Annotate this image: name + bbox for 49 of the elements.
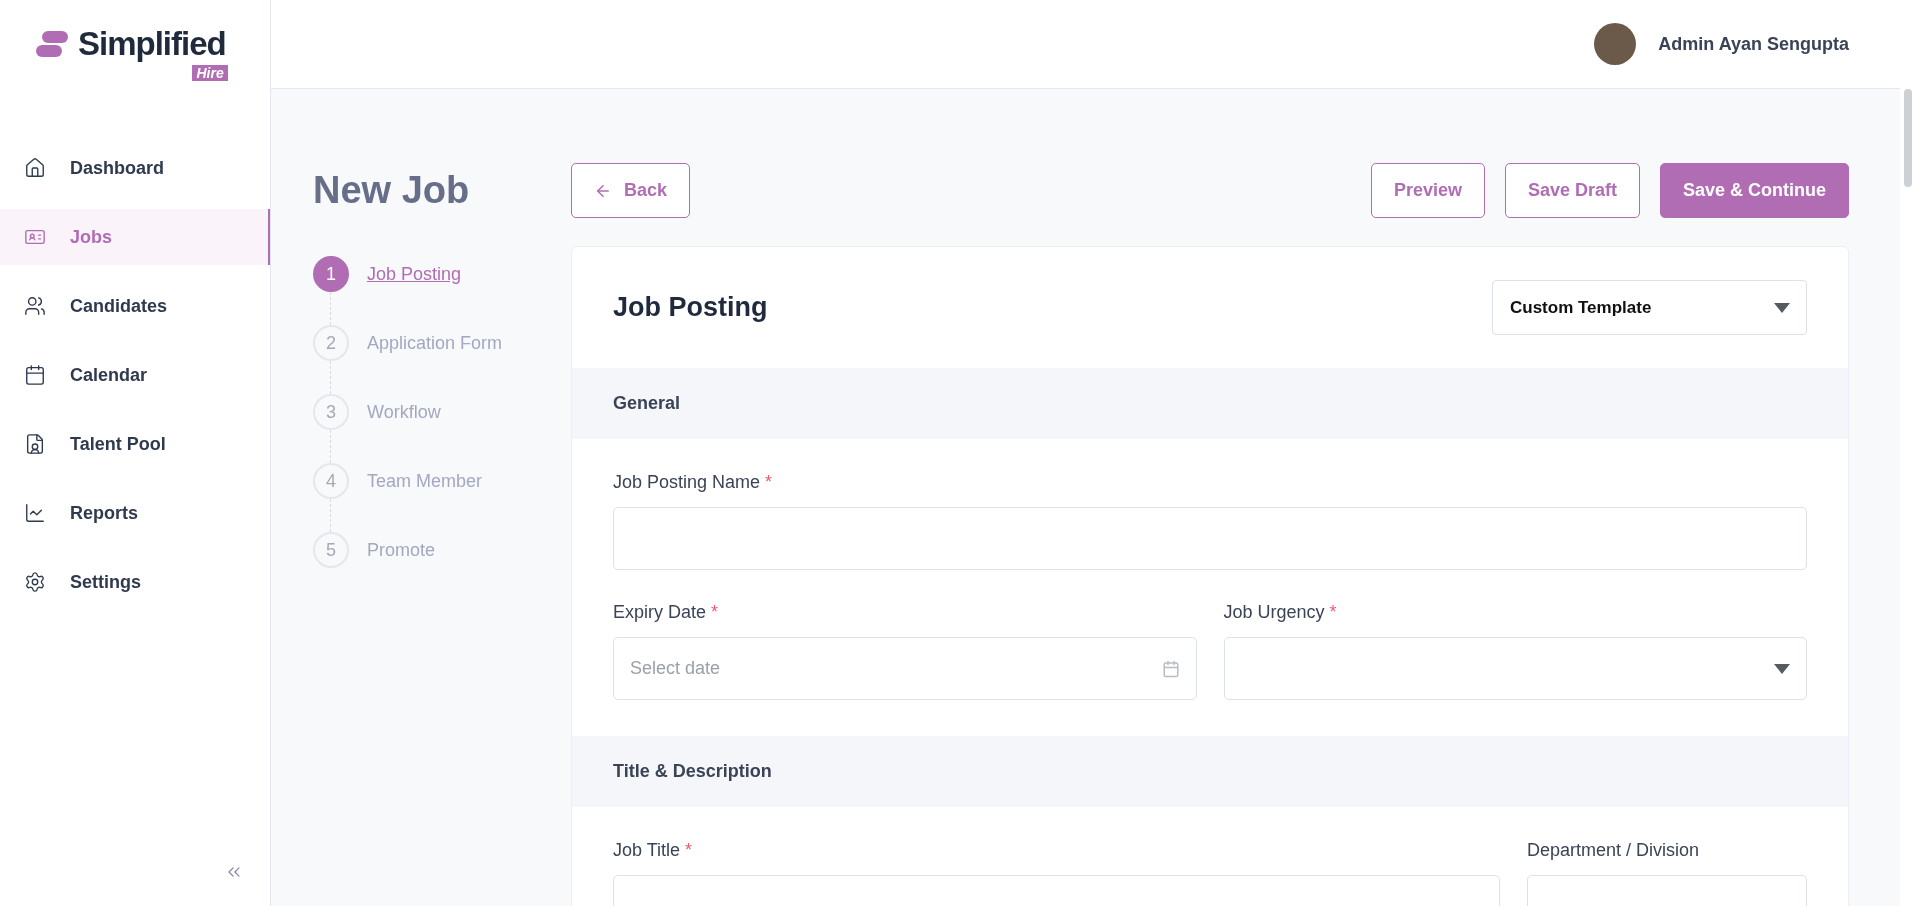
step-number: 4 xyxy=(313,463,349,499)
avatar-photo-placeholder[interactable] xyxy=(1594,23,1637,65)
step-number: 2 xyxy=(313,325,349,361)
logo-icon xyxy=(36,31,68,57)
sidebar-item[interactable]: Talent Pool xyxy=(0,416,270,472)
sidebar-item[interactable]: Candidates xyxy=(0,278,270,334)
sidebar-item[interactable]: Jobs xyxy=(0,209,270,265)
step-link[interactable]: 5 Promote xyxy=(313,532,571,568)
sidebar-item[interactable]: Calendar xyxy=(0,347,270,403)
field-label: Job Posting Name * xyxy=(613,472,774,493)
step-number: 1 xyxy=(313,256,349,292)
step-link[interactable]: 3 Workflow xyxy=(313,394,571,430)
calendar-icon xyxy=(1161,659,1180,678)
sidebar-item[interactable]: Settings xyxy=(0,554,270,610)
scrollbar-thumb[interactable] xyxy=(1903,89,1912,187)
step-link[interactable]: 1 Job Posting xyxy=(313,256,571,292)
home-icon xyxy=(24,157,46,179)
outline-button[interactable]: Preview xyxy=(1370,163,1485,218)
brand-tag: Hire xyxy=(192,65,228,82)
step-link[interactable]: 2 Application Form xyxy=(313,325,571,361)
document-icon xyxy=(24,433,46,455)
back-button[interactable]: Back xyxy=(571,163,691,218)
template-dropdown[interactable]: Custom Template xyxy=(1492,280,1807,335)
step-number: 5 xyxy=(313,532,349,568)
calendar-icon xyxy=(24,364,46,386)
outline-button[interactable]: Save Draft xyxy=(1504,163,1640,218)
sidebar-item[interactable]: Reports xyxy=(0,485,270,541)
section-header: Title & Description xyxy=(572,736,1848,807)
input-field[interactable] xyxy=(613,507,1807,570)
field-label: Department / Division xyxy=(1527,840,1701,861)
step-link[interactable]: 4 Team Member xyxy=(313,463,571,499)
settings-icon xyxy=(24,571,46,593)
field-label: Expiry Date * xyxy=(613,602,720,623)
line-chart-icon xyxy=(24,502,46,524)
caret-icon xyxy=(1774,302,1790,313)
field-label: Job Urgency * xyxy=(1223,602,1338,623)
field-label: Job Title * xyxy=(613,840,694,861)
section-header: General xyxy=(572,368,1848,439)
dropdown-field[interactable] xyxy=(1223,637,1807,700)
primary-button[interactable]: Save & Continue xyxy=(1659,163,1849,218)
people-icon xyxy=(24,295,46,317)
caret-icon xyxy=(1774,663,1790,674)
card-title: Job Posting xyxy=(613,292,768,323)
brand-name: Simplified xyxy=(77,23,227,64)
sidebar-item[interactable]: Dashboard xyxy=(0,140,270,196)
page-title: New Job xyxy=(313,168,471,213)
date-field[interactable]: Select date xyxy=(613,637,1197,700)
user-name[interactable]: Admin Ayan Sengupta xyxy=(1658,33,1849,55)
step-number: 3 xyxy=(313,394,349,430)
